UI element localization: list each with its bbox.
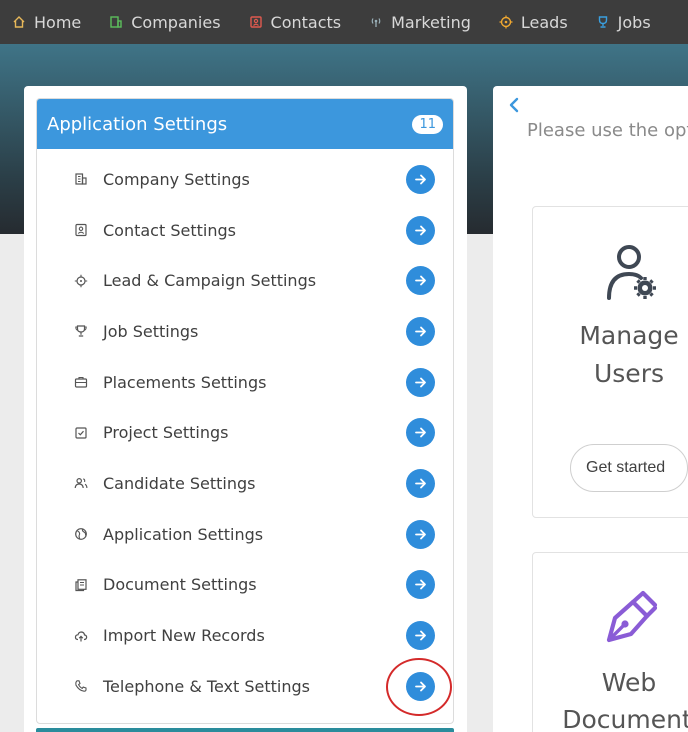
next-panel-edge: [36, 728, 454, 732]
trophy-icon: [598, 16, 607, 28]
settings-item-label: Project Settings: [103, 423, 229, 443]
arrow-right-icon: [415, 225, 426, 235]
documents-icon: [73, 577, 89, 593]
pen-nib-icon: [606, 590, 658, 643]
crosshair-icon: [73, 273, 89, 289]
settings-item-import[interactable]: Import New Records: [37, 610, 453, 661]
go-arrow-button[interactable]: [406, 164, 435, 194]
settings-count-badge: 11: [412, 114, 443, 134]
settings-item-telephone-text[interactable]: Telephone & Text Settings: [37, 661, 453, 712]
settings-item-label: Document Settings: [103, 575, 257, 595]
nav-jobs[interactable]: Jobs: [596, 13, 651, 32]
arrow-right-icon: [415, 377, 426, 387]
settings-item-company[interactable]: Company Settings: [37, 154, 453, 205]
get-started-button[interactable]: Get started: [570, 444, 688, 492]
go-arrow-button[interactable]: [406, 367, 435, 397]
settings-item-placements[interactable]: Placements Settings: [37, 357, 453, 408]
globe-icon: [73, 526, 89, 542]
go-arrow-button[interactable]: [406, 266, 435, 296]
application-settings-panel: Application Settings 11 Company Settings…: [36, 98, 454, 724]
nav-leads[interactable]: Leads: [499, 13, 568, 32]
web-documents-title-line1: Web: [601, 668, 657, 697]
panel-header: Application Settings 11: [37, 99, 453, 149]
arrow-right-icon: [415, 579, 426, 590]
back-button[interactable]: [508, 97, 520, 117]
cloud-upload-icon: [73, 628, 89, 644]
go-arrow-button[interactable]: [406, 570, 435, 600]
briefcase-icon: [73, 374, 89, 390]
nav-home-label: Home: [34, 12, 82, 32]
arrow-right-icon: [415, 681, 426, 692]
settings-item-label: Import New Records: [103, 626, 265, 646]
arrow-right-icon: [415, 630, 426, 641]
user-gear-icon: [607, 245, 656, 300]
nav-companies-label: Companies: [131, 12, 221, 32]
arrow-right-icon: [415, 326, 426, 337]
manage-users-title-line1: Manage: [579, 321, 679, 350]
nav-companies[interactable]: Companies: [109, 12, 221, 32]
go-arrow-button[interactable]: [406, 468, 435, 498]
panel-title: Application Settings: [47, 113, 228, 135]
building-icon: [73, 171, 89, 187]
arrow-right-icon: [415, 275, 426, 286]
nav-contacts-label: Contacts: [270, 12, 342, 32]
settings-item-label: Candidate Settings: [103, 473, 256, 493]
top-navigation: Home Companies Contacts Marketing Leads …: [0, 0, 688, 44]
settings-item-label: Telephone & Text Settings: [103, 676, 310, 696]
settings-item-candidate[interactable]: Candidate Settings: [37, 458, 453, 509]
settings-item-job[interactable]: Job Settings: [37, 306, 453, 357]
settings-item-contact[interactable]: Contact Settings: [37, 205, 453, 256]
arrow-right-icon: [415, 174, 426, 185]
settings-list: Company Settings Contact Settings Lead &…: [37, 149, 453, 712]
broadcast-icon: [371, 18, 381, 27]
settings-item-lead-campaign[interactable]: Lead & Campaign Settings: [37, 255, 453, 306]
web-documents-title-line2: Document: [562, 705, 688, 732]
nav-contacts[interactable]: Contacts: [249, 12, 342, 32]
intro-text: Please use the opt: [527, 120, 688, 141]
settings-item-document[interactable]: Document Settings: [37, 560, 453, 611]
nav-home[interactable]: Home: [12, 13, 81, 32]
home-icon: [13, 16, 25, 28]
nav-marketing[interactable]: Marketing: [369, 13, 471, 32]
nav-marketing-label: Marketing: [391, 12, 471, 32]
go-arrow-button[interactable]: [406, 316, 435, 346]
settings-item-label: Placements Settings: [103, 372, 267, 392]
building-icon: [110, 16, 122, 28]
nav-jobs-label: Jobs: [617, 12, 651, 32]
settings-item-label: Lead & Campaign Settings: [103, 271, 317, 291]
checkbox-icon: [73, 425, 89, 441]
manage-users-title-line2: Users: [593, 359, 664, 388]
settings-item-application[interactable]: Application Settings: [37, 509, 453, 560]
chevron-left-icon: [509, 97, 519, 113]
arrow-right-icon: [415, 478, 426, 489]
phone-icon: [73, 678, 89, 694]
target-icon: [499, 15, 513, 29]
settings-item-label: Application Settings: [103, 524, 264, 544]
settings-item-label: Job Settings: [103, 321, 199, 341]
nav-leads-label: Leads: [520, 12, 568, 32]
trophy-icon: [73, 323, 89, 339]
go-arrow-button[interactable]: [406, 418, 435, 448]
arrow-right-icon: [415, 529, 426, 540]
go-arrow-button[interactable]: [406, 671, 435, 701]
settings-item-label: Contact Settings: [103, 220, 236, 240]
users-icon: [73, 475, 89, 491]
contact-card-icon: [249, 16, 262, 28]
go-arrow-button[interactable]: [406, 519, 435, 549]
arrow-right-icon: [415, 427, 426, 438]
go-arrow-button[interactable]: [406, 621, 435, 651]
contact-card-icon: [73, 222, 89, 238]
settings-item-project[interactable]: Project Settings: [37, 407, 453, 458]
settings-item-label: Company Settings: [103, 169, 250, 189]
go-arrow-button[interactable]: [406, 215, 435, 245]
